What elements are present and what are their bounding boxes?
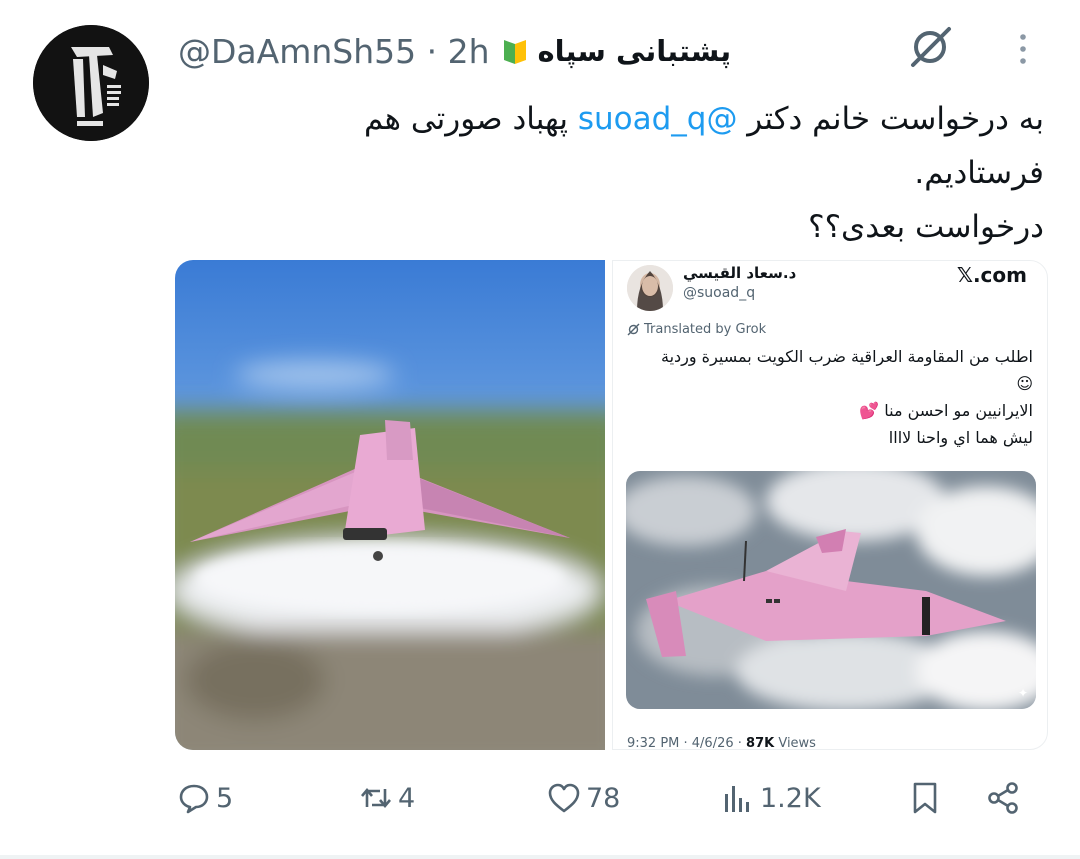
more-vertical-icon[interactable] <box>1009 30 1037 70</box>
embedded-post-text: اطلب من المقاومة العراقية ضرب الكويت بمس… <box>660 347 1033 447</box>
author-avatar[interactable] <box>33 25 149 141</box>
repost-button[interactable]: 4 <box>358 780 415 816</box>
repost-count: 4 <box>398 782 416 814</box>
bookmark-button[interactable] <box>907 780 947 816</box>
svg-text:✦: ✦ <box>1018 686 1028 700</box>
embedded-translated-label: Translated by Grok <box>627 322 766 337</box>
share-button[interactable] <box>985 780 1025 816</box>
reply-count: 5 <box>216 782 234 814</box>
mention-link[interactable]: @suoad_q <box>578 101 738 137</box>
share-icon <box>988 782 1018 814</box>
author-handle[interactable]: @DaAmnSh55 · 2h <box>178 32 490 71</box>
green-yellow-shield-badge-icon <box>503 40 526 64</box>
media-image-embedded-post[interactable]: د.سعاد القيسي @suoad_q 𝕏.com Translated … <box>612 260 1048 750</box>
tweet-header: @DaAmnSh55 · 2h پشتبانی سپاه <box>178 28 731 74</box>
grok-icon[interactable] <box>905 22 955 72</box>
embedded-drone-image: ✦ <box>626 471 1036 709</box>
tweet-text-line-1: به درخواست خانم دکتر @suoad_q پهباد صورت… <box>363 101 1044 137</box>
embedded-author-handle: @suoad_q <box>683 285 756 301</box>
heart-icon <box>548 783 580 813</box>
tweet-text-line-3: درخواست بعدی؟؟ <box>808 209 1044 245</box>
like-button[interactable]: 78 <box>546 780 620 816</box>
tweet-text-line-2: فرستادیم. <box>914 155 1044 191</box>
embedded-author-name: د.سعاد القيسي <box>683 264 797 282</box>
author-display-name[interactable]: پشتبانی سپاه <box>538 34 732 68</box>
views-count: 1.2K <box>760 782 821 814</box>
bookmark-icon <box>913 782 937 814</box>
tweet-time: 2h <box>447 31 490 71</box>
embedded-post-meta: 9:32 PM · 4/6/26 · 87K Views <box>627 736 816 750</box>
views-bar-icon <box>725 786 749 812</box>
grok-small-icon <box>627 323 640 336</box>
tweet-action-bar: 5 4 78 1.2K <box>0 772 1080 832</box>
media-image-drone-blurred[interactable] <box>175 260 605 750</box>
like-count: 78 <box>586 782 621 814</box>
reply-icon <box>179 784 209 814</box>
embedded-site-label: 𝕏.com <box>956 263 1027 287</box>
bottom-divider <box>0 855 1080 859</box>
views-button[interactable]: 1.2K <box>720 780 821 816</box>
repost-icon <box>361 787 391 809</box>
reply-button[interactable]: 5 <box>176 780 233 816</box>
embedded-author-avatar <box>627 265 673 311</box>
tweet-text: به درخواست خانم دکتر @suoad_q پهباد صورت… <box>214 92 1044 254</box>
